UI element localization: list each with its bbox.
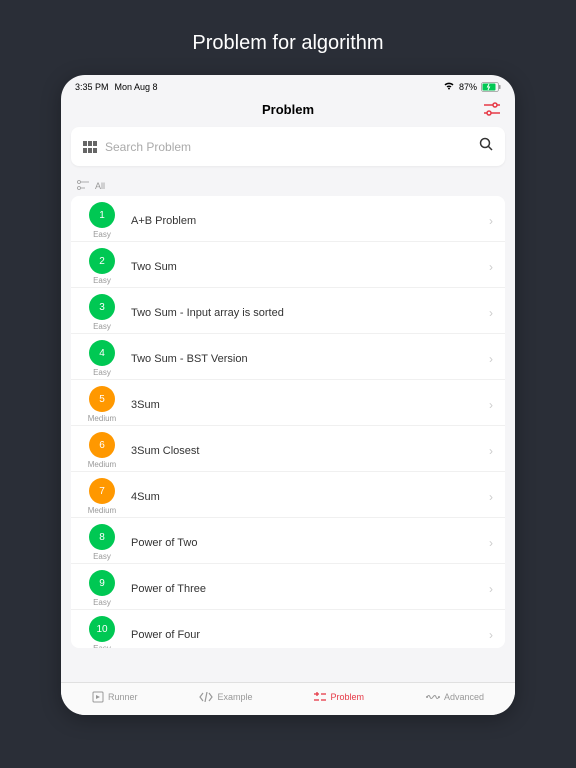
difficulty-label: Easy (93, 276, 111, 285)
chevron-right-icon: › (489, 444, 493, 458)
tab-advanced[interactable]: Advanced (426, 691, 484, 703)
problem-row[interactable]: 9 Easy Power of Three › (71, 564, 505, 610)
filter-icon[interactable] (483, 102, 501, 121)
problem-icon (314, 691, 326, 703)
tab-problem[interactable]: Problem (314, 691, 364, 703)
difficulty-label: Medium (88, 460, 116, 469)
chevron-right-icon: › (489, 536, 493, 550)
code-icon (199, 692, 213, 702)
difficulty-label: Medium (88, 414, 116, 423)
difficulty-label: Medium (88, 506, 116, 515)
problem-number-badge: 10 (89, 616, 115, 642)
problem-row[interactable]: 6 Medium 3Sum Closest › (71, 426, 505, 472)
search-icon[interactable] (479, 137, 493, 156)
tab-example[interactable]: Example (199, 691, 252, 703)
section-header[interactable]: All (61, 176, 515, 196)
chevron-right-icon: › (489, 260, 493, 274)
tab-label: Advanced (444, 692, 484, 702)
problem-title: Power of Three (131, 583, 489, 595)
problem-number-badge: 3 (89, 294, 115, 320)
advanced-icon (426, 692, 440, 702)
search-input[interactable] (105, 140, 479, 154)
chevron-right-icon: › (489, 352, 493, 366)
wifi-icon (443, 81, 455, 92)
problem-row[interactable]: 7 Medium 4Sum › (71, 472, 505, 518)
tab-label: Runner (108, 692, 138, 702)
status-time: 3:35 PM (75, 82, 109, 92)
section-label: All (95, 181, 105, 191)
problem-title: Power of Four (131, 629, 489, 641)
chevron-right-icon: › (489, 214, 493, 228)
promo-title: Problem for algorithm (0, 0, 576, 75)
problem-row[interactable]: 8 Easy Power of Two › (71, 518, 505, 564)
difficulty-label: Easy (93, 230, 111, 239)
problem-title: 3Sum (131, 399, 489, 411)
problem-row[interactable]: 10 Easy Power of Four › (71, 610, 505, 648)
tab-label: Example (217, 692, 252, 702)
problem-row[interactable]: 3 Easy Two Sum - Input array is sorted › (71, 288, 505, 334)
difficulty-label: Easy (93, 368, 111, 377)
problem-number-badge: 1 (89, 202, 115, 228)
problem-title: Power of Two (131, 537, 489, 549)
runner-icon (92, 691, 104, 703)
search-box[interactable] (71, 127, 505, 166)
problem-number-badge: 4 (89, 340, 115, 366)
tab-runner[interactable]: Runner (92, 691, 138, 703)
sort-icon (77, 180, 89, 192)
problem-row[interactable]: 1 Easy A+B Problem › (71, 196, 505, 242)
difficulty-label: Easy (93, 598, 111, 607)
grid-icon (83, 141, 97, 153)
ipad-frame: 3:35 PM Mon Aug 8 87% Problem (61, 75, 515, 715)
problem-number-badge: 2 (89, 248, 115, 274)
difficulty-label: Easy (93, 552, 111, 561)
battery-icon (481, 82, 501, 92)
problem-title: A+B Problem (131, 215, 489, 227)
problem-row[interactable]: 2 Easy Two Sum › (71, 242, 505, 288)
problem-row[interactable]: 5 Medium 3Sum › (71, 380, 505, 426)
tab-bar: Runner Example Problem Advanced (61, 682, 515, 715)
problem-number-badge: 5 (89, 386, 115, 412)
header: Problem (61, 94, 515, 127)
chevron-right-icon: › (489, 490, 493, 504)
status-date: Mon Aug 8 (115, 82, 158, 92)
chevron-right-icon: › (489, 398, 493, 412)
problem-number-badge: 8 (89, 524, 115, 550)
problem-title: 3Sum Closest (131, 445, 489, 457)
difficulty-label: Easy (93, 322, 111, 331)
problem-number-badge: 9 (89, 570, 115, 596)
problem-row[interactable]: 4 Easy Two Sum - BST Version › (71, 334, 505, 380)
problem-list: 1 Easy A+B Problem › 2 Easy Two Sum › 3 … (71, 196, 505, 648)
chevron-right-icon: › (489, 306, 493, 320)
problem-number-badge: 7 (89, 478, 115, 504)
problem-title: Two Sum - BST Version (131, 353, 489, 365)
chevron-right-icon: › (489, 628, 493, 642)
page-title: Problem (61, 102, 515, 117)
status-bar: 3:35 PM Mon Aug 8 87% (61, 75, 515, 94)
problem-number-badge: 6 (89, 432, 115, 458)
difficulty-label: Easy (93, 644, 111, 648)
chevron-right-icon: › (489, 582, 493, 596)
battery-percent: 87% (459, 82, 477, 92)
search-container (61, 127, 515, 176)
tab-label: Problem (330, 692, 364, 702)
problem-title: Two Sum - Input array is sorted (131, 307, 489, 319)
problem-title: Two Sum (131, 261, 489, 273)
problem-title: 4Sum (131, 491, 489, 503)
